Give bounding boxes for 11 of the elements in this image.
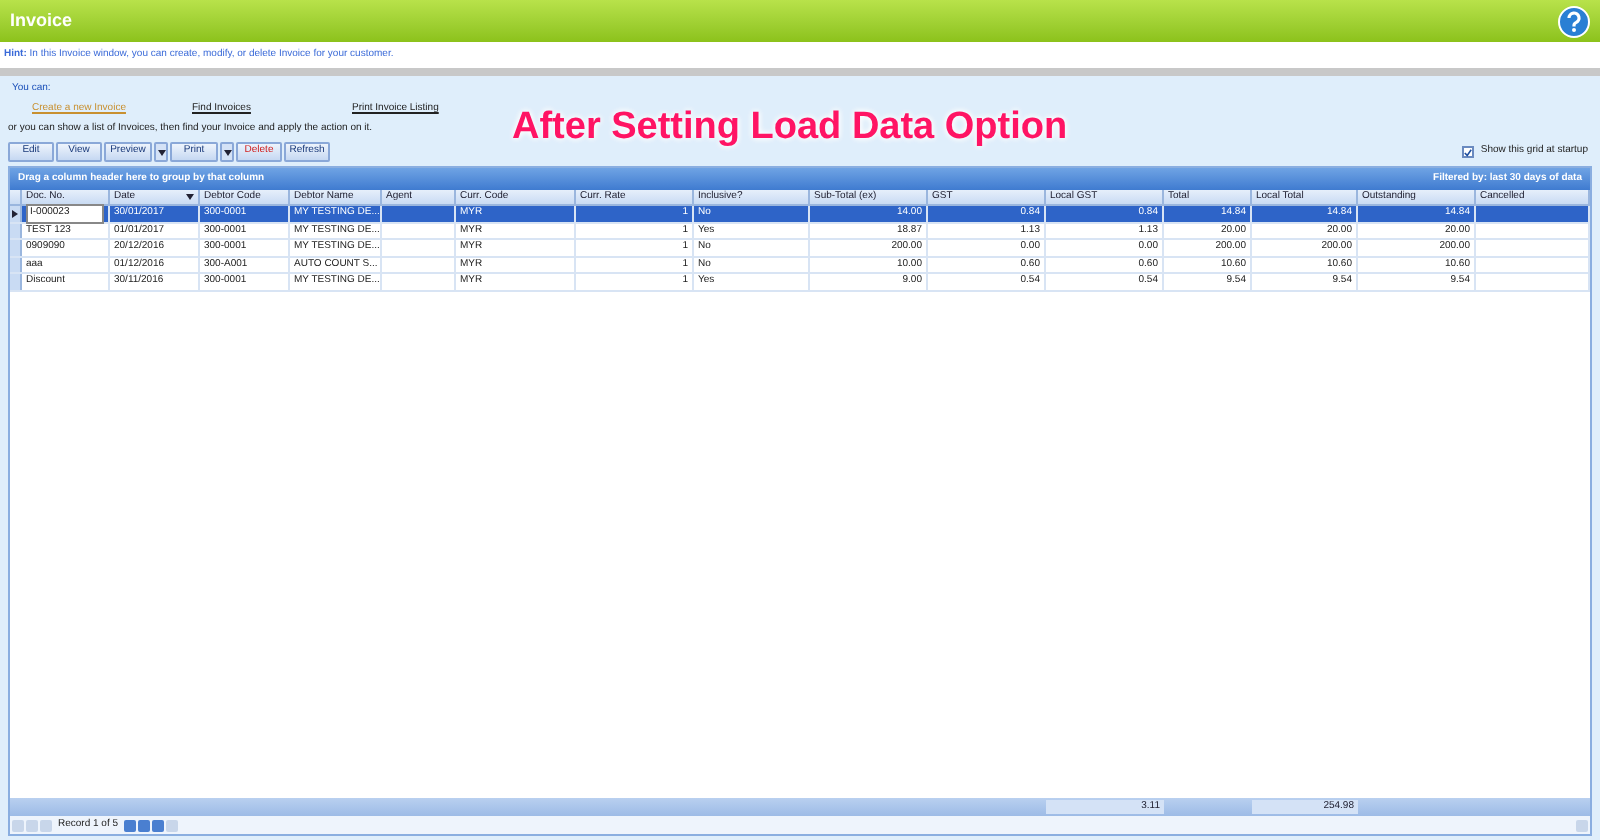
row-indicator[interactable] (10, 206, 22, 221)
dropdown-button[interactable] (220, 142, 234, 162)
sort-icon (186, 194, 194, 200)
current-row-icon (12, 209, 18, 218)
caret-icon (157, 149, 165, 155)
dropdown-button[interactable] (154, 142, 168, 162)
checkbox[interactable] (1462, 146, 1475, 158)
help-icon[interactable] (1558, 5, 1590, 37)
window-title: Invoice (10, 7, 73, 34)
caret-icon (223, 149, 231, 155)
annotation-text: After Setting Load Data Option (512, 104, 1068, 152)
